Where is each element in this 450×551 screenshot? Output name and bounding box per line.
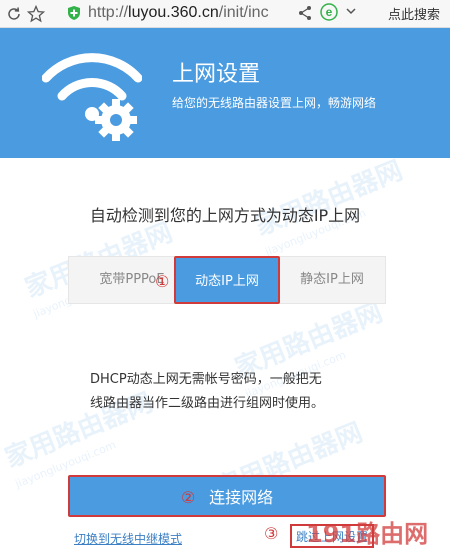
wifi-gear-icon: [41, 46, 143, 146]
description-line: 线路由器当作二级路由进行组网时使用。: [90, 396, 325, 411]
star-icon[interactable]: [22, 0, 50, 28]
annotation-marker-1: ①: [155, 272, 170, 291]
description-line: DHCP动态上网无需帐号密码，一般把无: [90, 372, 322, 387]
dhcp-description: DHCP动态上网无需帐号密码，一般把无 线路由器当作二级路由进行组网时使用。: [90, 368, 370, 416]
annotation-marker-2: ②: [180, 488, 196, 507]
watermark: 家用路由器网: [250, 155, 407, 242]
tab-static-ip[interactable]: 静态IP上网: [287, 257, 377, 303]
chevron-down-icon[interactable]: [345, 4, 357, 22]
url-host: luyou.360.cn: [128, 4, 219, 21]
url-path: /init/inc: [218, 4, 269, 21]
shield-icon: [68, 6, 80, 20]
search-engine-icon[interactable]: e: [320, 3, 338, 25]
page-header: 上网设置 给您的无线路由器设置上网，畅游网络: [0, 28, 450, 158]
connect-network-button[interactable]: ② 连接网络: [68, 475, 386, 517]
switch-relay-mode-link[interactable]: 切换到无线中继模式: [74, 530, 182, 547]
annotation-marker-3: ③: [264, 524, 279, 543]
page-subtitle: 给您的无线路由器设置上网，畅游网络: [172, 96, 377, 110]
url-prefix: http://: [88, 4, 129, 21]
engine-letter: e: [326, 5, 333, 19]
url-text[interactable]: http://luyou.360.cn/init/inc: [88, 4, 308, 22]
tab-dynamic-ip[interactable]: 动态IP上网: [174, 256, 280, 304]
search-button[interactable]: 点此搜索: [388, 4, 440, 23]
browser-toolbar: http://luyou.360.cn/init/inc e 点此搜索: [0, 0, 450, 28]
connect-label: 连接网络: [209, 488, 274, 507]
share-icon[interactable]: [298, 5, 312, 25]
page-title: 上网设置: [172, 62, 261, 87]
detection-result-title: 自动检测到您的上网方式为动态IP上网: [89, 206, 361, 225]
skip-setup-link[interactable]: 跳过上网设置: [290, 524, 374, 548]
